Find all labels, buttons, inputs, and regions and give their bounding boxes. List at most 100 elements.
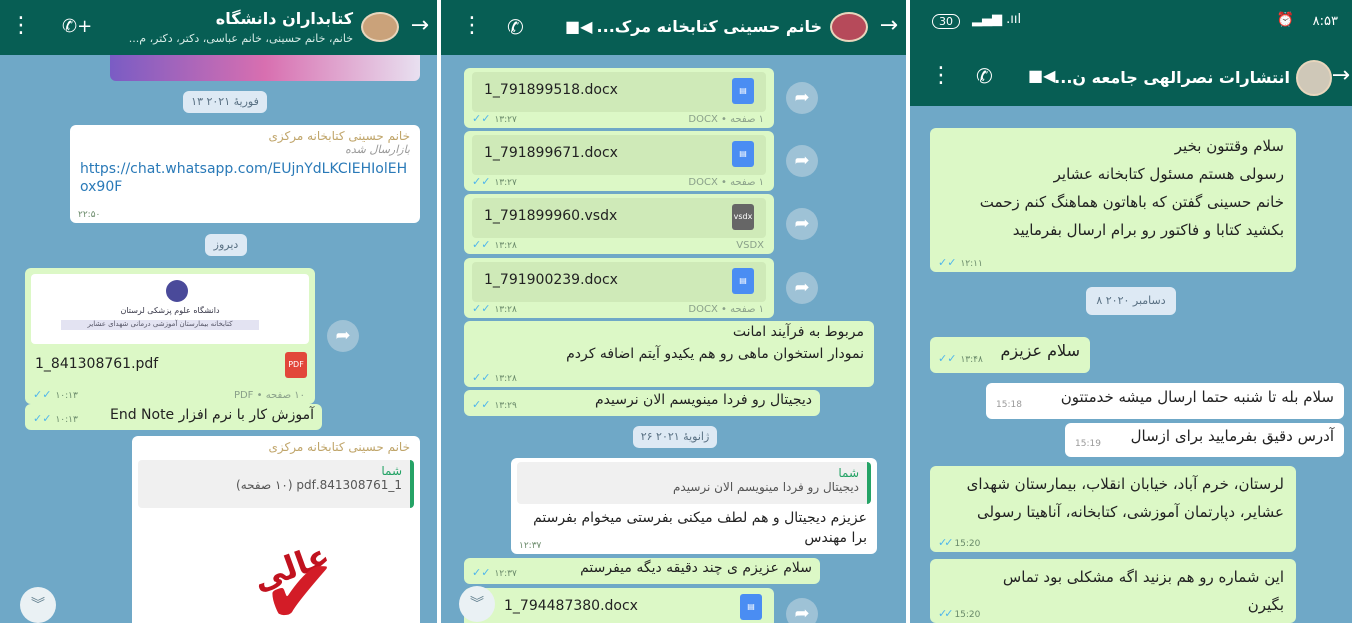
message-time: ✓✓ ۱۲:۳۷: [472, 566, 517, 579]
message-time: ✓✓ ۱۳:۲۷: [472, 175, 517, 188]
sender-name: خانم حسینی کتابخانه مرکزی: [268, 129, 411, 143]
document-message[interactable]: 1_791900239.docx ▤ ۱ صفحه • DOCX ✓✓ ۱۳:۲۸: [464, 258, 774, 318]
quote-text: دیجیتال رو فردا مینویسم الان نرسیدم: [673, 480, 859, 494]
pdf-file-icon: PDF: [285, 352, 307, 378]
more-vert-icon[interactable]: ⋮: [930, 64, 952, 88]
video-call-icon[interactable]: ■◀: [565, 15, 592, 39]
sender-name: خانم حسینی کتابخانه مرکزی: [268, 440, 411, 454]
message-time: ✓✓ ۱۰:۱۳: [33, 388, 78, 401]
message-time: 15:18: [996, 400, 1022, 410]
file-name: 1_791900239.docx: [484, 272, 618, 288]
document-message[interactable]: 1_791899960.vsdx vsdx VSDX ✓✓ ۱۳:۲۸: [464, 194, 774, 254]
message-time: ۱۲:۳۷: [519, 541, 542, 551]
reply-message[interactable]: خانم حسینی کتابخانه مرکزی شما 1_84130876…: [132, 436, 420, 623]
read-ticks-icon: ✓✓: [938, 256, 960, 269]
document-message[interactable]: 1_791899518.docx ▤ ۱ صفحه • DOCX ✓✓ ۱۳:۲۷: [464, 68, 774, 128]
scroll-down-icon[interactable]: ︾: [20, 587, 56, 623]
pdf-message[interactable]: دانشگاه علوم پزشکی لرستان کتابخانه بیمار…: [25, 268, 315, 404]
chat-header: ⋮ ✆+ → کتابداران دانشگاه خانم، خانم حسین…: [0, 0, 437, 55]
back-arrow-icon[interactable]: →: [880, 14, 898, 38]
chat-subtitle[interactable]: خانم، خانم حسینی، خانم عباسی، دکتر، دکتر…: [129, 32, 353, 45]
message-time: ✓✓ ۱۲:۱۱: [938, 256, 983, 269]
file-name: 1_794487380.docx: [504, 598, 638, 614]
back-arrow-icon[interactable]: →: [411, 14, 429, 38]
chat-title[interactable]: انتشارات نصرالهی جامعه ن...: [1054, 68, 1290, 87]
read-ticks-icon: ✓✓: [472, 112, 494, 125]
read-ticks-icon: ✓✓: [472, 175, 494, 188]
more-vert-icon[interactable]: ⋮: [10, 14, 32, 38]
file-meta: ۱ صفحه • DOCX: [688, 114, 764, 125]
text-message[interactable]: مربوط به فرآیند امانت نمودار استخوان ماه…: [464, 321, 874, 387]
link-message[interactable]: خانم حسینی کتابخانه مرکزی بازارسال شده h…: [70, 125, 420, 223]
chat-header: ⋮ ✆ ■◀ → انتشارات نصرالهی جامعه ن...: [910, 48, 1352, 106]
message-time: ✓✓ ۱۳:۲۹: [472, 398, 517, 411]
group-avatar[interactable]: [361, 12, 399, 42]
file-meta: ۱ صفحه • DOCX: [688, 177, 764, 188]
quoted-message[interactable]: شما 1_841308761.pdf (۱۰ صفحه): [138, 460, 414, 508]
document-row[interactable]: 1_791899960.vsdx vsdx: [472, 198, 766, 238]
vsdx-file-icon: vsdx: [732, 204, 754, 230]
message-text: آدرس دقیق بفرمایید برای ازسال: [1130, 427, 1334, 445]
document-message[interactable]: 1_791899671.docx ▤ ۱ صفحه • DOCX ✓✓ ۱۳:۲۷: [464, 131, 774, 191]
forward-icon[interactable]: ➦: [327, 320, 359, 352]
video-call-icon[interactable]: ■◀: [1028, 64, 1055, 88]
document-row[interactable]: 1_791899518.docx ▤: [472, 72, 766, 112]
chat-title[interactable]: کتابداران دانشگاه: [216, 9, 353, 28]
file-name: 1_791899671.docx: [484, 145, 618, 161]
text-message[interactable]: سلام عزیزم ی چند دقیقه دیگه میفرستم ✓✓ ۱۲…: [464, 558, 820, 584]
read-ticks-icon: ✓✓: [472, 566, 494, 579]
message-text: عزیزم دیجیتال و هم لطف میکنی بفرستی میخو…: [533, 510, 867, 546]
group-invite-link[interactable]: https://chat.whatsapp.com/EUjnYdLKCIEHIo…: [80, 160, 410, 196]
call-icon[interactable]: ✆: [507, 15, 524, 39]
message-time: ✓✓ ۱۳:۲۸: [472, 302, 517, 315]
chat-panel-1: ⋮ ✆+ → کتابداران دانشگاه خانم، خانم حسین…: [0, 0, 437, 623]
document-message[interactable]: 1_794487380.docx ▤: [464, 588, 774, 623]
incoming-message[interactable]: سلام بله تا شنبه حتما ارسال میشه خدمتتون…: [986, 383, 1344, 419]
forward-icon[interactable]: ➦: [786, 145, 818, 177]
document-row[interactable]: 1_791899671.docx ▤: [472, 135, 766, 175]
forward-icon[interactable]: ➦: [786, 208, 818, 240]
date-separator: ۱۳ فوریهٔ ۲۰۲۱: [183, 91, 267, 113]
read-ticks-icon: ✓✓: [33, 388, 55, 401]
forward-icon[interactable]: ➦: [786, 272, 818, 304]
back-arrow-icon[interactable]: →: [1332, 64, 1350, 88]
chat-title[interactable]: خانم حسینی کتابخانه مرک...: [597, 17, 822, 36]
docx-file-icon: ▤: [732, 78, 754, 104]
forward-icon[interactable]: ➦: [786, 82, 818, 114]
forward-icon[interactable]: ➦: [786, 598, 818, 623]
check-icon: ✔: [262, 540, 338, 623]
call-icon[interactable]: ✆: [976, 64, 993, 88]
message-text: سلام بله تا شنبه حتما ارسال میشه خدمتتون: [1060, 388, 1334, 406]
date-separator: ۲۶ ژانویهٔ ۲۰۲۱: [633, 426, 717, 448]
text-message[interactable]: آموزش کار با نرم افزار End Note ✓✓ ۱۰:۱۳: [25, 404, 322, 430]
text-message[interactable]: سلام وقتتون بخیر رسولی هستم مسئول کتابخا…: [930, 128, 1296, 272]
text-message[interactable]: لرستان، خرم آباد، خیابان انقلاب، بیمارست…: [930, 466, 1296, 552]
pdf-preview[interactable]: دانشگاه علوم پزشکی لرستان کتابخانه بیمار…: [31, 274, 309, 344]
message-time: ✓✓ ۱۳:۲۷: [472, 112, 517, 125]
incoming-message[interactable]: آدرس دقیق بفرمایید برای ازسال 15:19: [1065, 423, 1344, 457]
message-line: بگیرن: [1247, 596, 1284, 614]
quote-author: شما: [838, 466, 859, 480]
document-row[interactable]: 1_791900239.docx ▤: [472, 262, 766, 302]
docx-file-icon: ▤: [732, 141, 754, 167]
message-line: بکشید کتابا و فاکتور رو برام ارسال بفرما…: [1012, 221, 1284, 239]
contact-avatar[interactable]: [1296, 60, 1332, 96]
file-name: 1_841308761.pdf: [35, 356, 159, 372]
quote-text: 1_841308761.pdf (۱۰ صفحه): [236, 478, 402, 492]
message-time: ✓✓ ۱۰:۱۳: [33, 412, 78, 425]
scroll-down-icon[interactable]: ︾: [459, 586, 495, 622]
text-message[interactable]: دیجیتال رو فردا مینویسم الان نرسیدم ✓✓ ۱۳…: [464, 390, 820, 416]
contact-avatar[interactable]: [830, 12, 868, 42]
more-vert-icon[interactable]: ⋮: [461, 14, 483, 38]
reply-message[interactable]: شما دیجیتال رو فردا مینویسم الان نرسیدم …: [511, 458, 877, 554]
message-time: ✓✓ ۱۳:۲۸: [472, 238, 517, 251]
add-call-icon[interactable]: ✆+: [62, 15, 92, 39]
text-message[interactable]: این شماره رو هم بزنید اگه مشکلی بود تماس…: [930, 559, 1296, 623]
quoted-message[interactable]: شما دیجیتال رو فردا مینویسم الان نرسیدم: [517, 462, 871, 504]
image-preview-strip[interactable]: [110, 55, 420, 81]
docx-file-icon: ▤: [740, 594, 762, 620]
read-ticks-icon: ✓✓: [938, 352, 960, 365]
text-message[interactable]: سلام عزیزم ✓✓ ۱۳:۴۸: [930, 337, 1090, 373]
chat-panel-2: ⋮ ✆ ■◀ → خانم حسینی کتابخانه مرک... 1_79…: [441, 0, 906, 623]
sticker-checkmark: عالی ✔: [222, 518, 352, 623]
